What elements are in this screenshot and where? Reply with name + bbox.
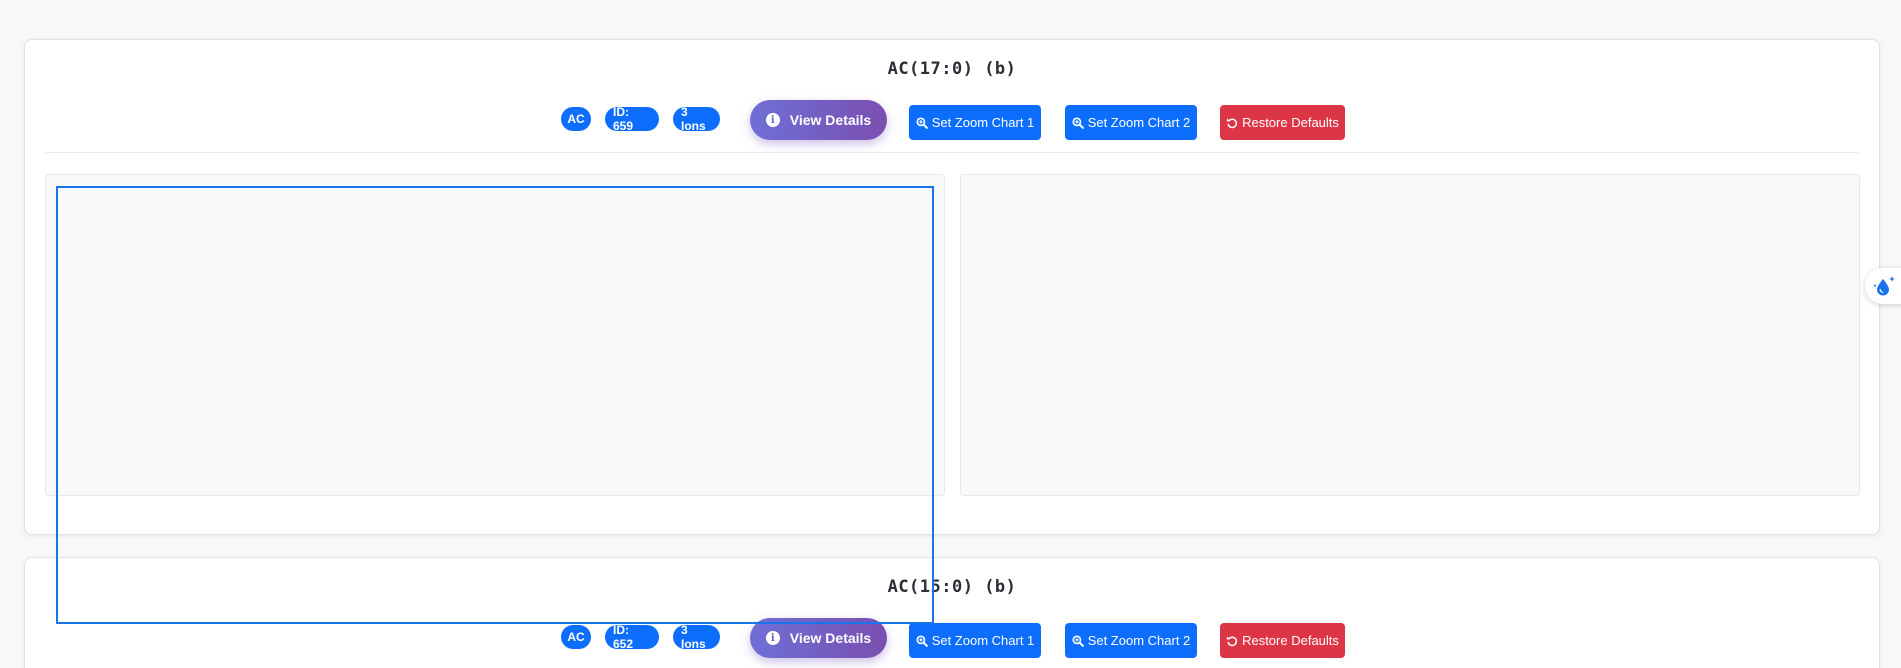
restore-defaults-label: Restore Defaults xyxy=(1242,115,1339,130)
spectrum-card: AC(15:0) (b) AC ID: 652 3 Ions i View De… xyxy=(24,557,1880,668)
class-badge: AC xyxy=(561,107,591,131)
set-zoom-chart-1-button[interactable]: Set Zoom Chart 1 xyxy=(909,623,1041,658)
set-zoom-chart-1-label: Set Zoom Chart 1 xyxy=(931,115,1035,130)
card-toolbar: AC ID: 659 3 Ions i View Details Set Zoo… xyxy=(25,97,1879,140)
ions-badge: 3 Ions xyxy=(673,105,720,133)
side-widget-button[interactable] xyxy=(1865,268,1901,304)
droplet-sparkle-icon xyxy=(1873,276,1895,296)
restore-defaults-button[interactable]: Restore Defaults xyxy=(1220,623,1345,658)
id-badge: ID: 659 xyxy=(605,105,659,133)
undo-icon xyxy=(1226,117,1238,128)
spectrum-card: AC(17:0) (b) AC ID: 659 3 Ions i View De… xyxy=(24,39,1880,535)
set-zoom-chart-2-button[interactable]: Set Zoom Chart 2 xyxy=(1065,623,1197,658)
view-details-label: View Details xyxy=(789,112,872,128)
info-icon: i xyxy=(765,113,780,127)
set-zoom-chart-2-button[interactable]: Set Zoom Chart 2 xyxy=(1065,105,1197,140)
ions-badge: 3 Ions xyxy=(673,623,720,651)
chart-2-panel[interactable] xyxy=(960,174,1860,496)
search-plus-icon xyxy=(916,634,928,647)
card-toolbar: AC ID: 652 3 Ions i View Details Set Zoo… xyxy=(25,615,1879,658)
view-details-button[interactable]: i View Details xyxy=(750,618,887,658)
id-badge: ID: 652 xyxy=(605,623,659,651)
set-zoom-chart-1-button[interactable]: Set Zoom Chart 1 xyxy=(909,105,1041,140)
view-details-button[interactable]: i View Details xyxy=(750,100,887,140)
search-plus-icon xyxy=(916,116,928,129)
restore-defaults-button[interactable]: Restore Defaults xyxy=(1220,105,1345,140)
search-plus-icon xyxy=(1072,634,1084,647)
info-icon: i xyxy=(765,631,780,645)
chart-1-panel[interactable] xyxy=(45,174,945,496)
undo-icon xyxy=(1226,635,1238,646)
restore-defaults-label: Restore Defaults xyxy=(1242,633,1339,648)
class-badge: AC xyxy=(561,625,591,649)
set-zoom-chart-1-label: Set Zoom Chart 1 xyxy=(931,633,1035,648)
card-title: AC(15:0) (b) xyxy=(887,577,1017,597)
set-zoom-chart-2-label: Set Zoom Chart 2 xyxy=(1087,115,1191,130)
search-plus-icon xyxy=(1072,116,1084,129)
set-zoom-chart-2-label: Set Zoom Chart 2 xyxy=(1087,633,1191,648)
divider xyxy=(45,152,1859,153)
card-title: AC(17:0) (b) xyxy=(887,59,1017,79)
view-details-label: View Details xyxy=(789,630,872,646)
